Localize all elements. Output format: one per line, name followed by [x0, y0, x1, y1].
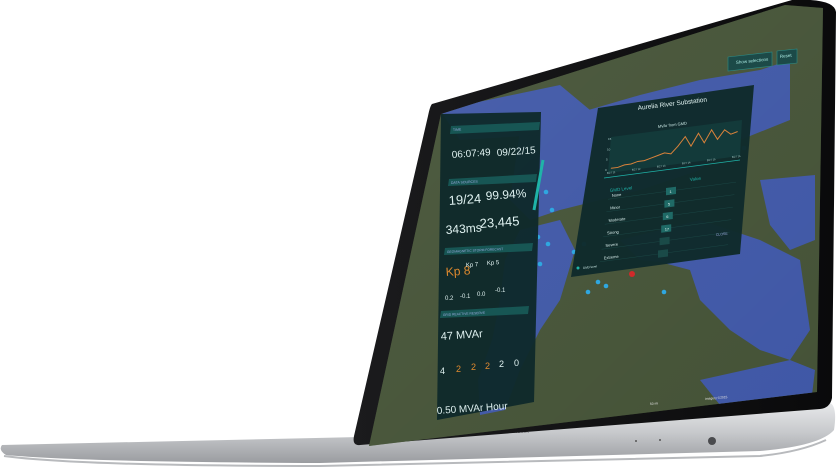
chart-point: [657, 155, 659, 156]
sources-ratio: 19/24: [448, 191, 482, 208]
count-5: 2: [499, 359, 504, 369]
chart-point: [650, 157, 652, 159]
chart-point: [730, 133, 732, 135]
chart-point: [610, 167, 612, 169]
kp-forecast-2: Kp 5: [487, 260, 500, 267]
map-scale: 50 mi: [650, 401, 659, 406]
chart-point: [717, 138, 718, 140]
substation-popup[interactable]: Aurelia River Substation MVAr from GMD 1…: [571, 85, 754, 277]
reading-3: 0.0: [477, 292, 486, 298]
chart-point: [637, 161, 639, 162]
chart-point: [664, 152, 665, 154]
chart-y-tick-label: 10: [607, 147, 611, 151]
chart-y-tick-label: 15: [608, 137, 612, 141]
count-1: 4: [440, 366, 445, 376]
table-row-value: 17: [665, 227, 670, 232]
chart-point: [624, 164, 625, 166]
laptop-render: MacBook: [0, 0, 840, 467]
table-value-cell: [659, 236, 670, 246]
legend-swatch: [576, 266, 580, 270]
chart-point: [724, 129, 725, 131]
count-4: 2: [485, 361, 490, 371]
chart-point: [698, 132, 699, 134]
count-2: 2: [456, 364, 461, 374]
kp-forecast-1: Kp 7: [466, 262, 479, 269]
latency-value: 343ms: [445, 221, 482, 237]
chart-point: [630, 163, 632, 165]
chart-point: [643, 160, 645, 162]
table-value-cell: [658, 249, 668, 258]
reading-2: -0.1: [460, 294, 471, 300]
chart-point: [690, 145, 692, 147]
chart-point: [703, 142, 705, 144]
chart-point: [684, 136, 686, 138]
time-section-header: TIME: [453, 128, 462, 132]
reading-1: 0.2: [445, 296, 454, 302]
headphone-port: [708, 437, 716, 445]
chart-point: [737, 131, 738, 133]
screen: Show selections Reset TIME 06:07:49 09/2…: [369, 5, 823, 446]
chart-point: [617, 167, 619, 168]
selected-station-marker[interactable]: [629, 271, 635, 277]
laptop-illustration: MacBook: [0, 0, 836, 467]
count-3: 2: [471, 362, 476, 372]
reading-4: -0.1: [495, 288, 506, 294]
chart-point: [711, 129, 713, 131]
chart-point: [670, 153, 672, 155]
count-6: 0: [514, 358, 519, 368]
chart-point: [677, 145, 679, 147]
dashboard-panel: TIME 06:07:49 09/22/15 DATA SOURCES 19/2…: [436, 112, 545, 420]
uptime-value: 99.94%: [485, 186, 527, 203]
points-value: 23,445: [479, 213, 520, 231]
